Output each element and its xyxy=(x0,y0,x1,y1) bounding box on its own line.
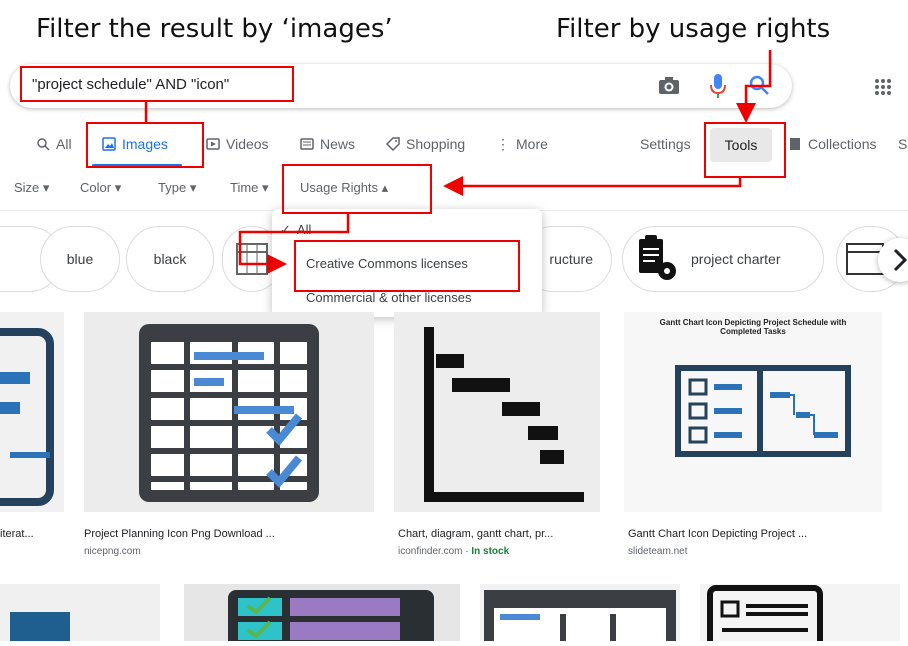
arrow-to-usage-rights xyxy=(443,176,742,196)
arrow-to-tools xyxy=(736,50,772,123)
annotation-arrows xyxy=(144,50,772,274)
arrow-to-creative-commons xyxy=(238,214,350,274)
